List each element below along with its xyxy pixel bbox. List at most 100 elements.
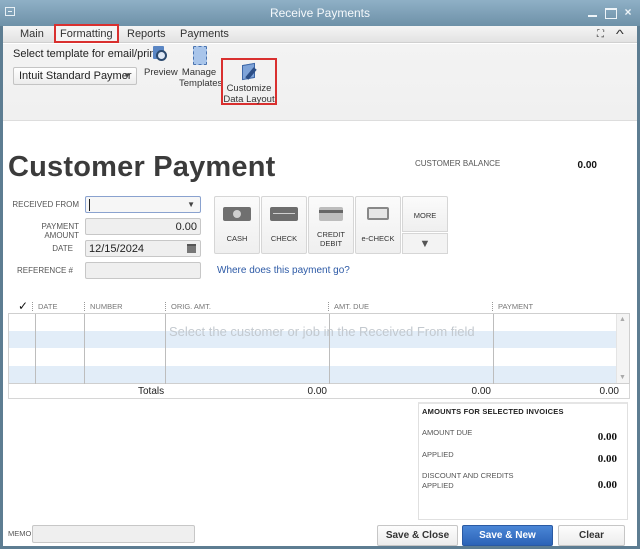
totals-label: Totals <box>138 386 165 397</box>
column-header-date[interactable]: DATE <box>32 302 57 311</box>
scroll-down-icon[interactable]: ▼ <box>619 374 626 381</box>
amounts-title: AMOUNTS FOR SELECTED INVOICES <box>422 407 564 416</box>
echeck-label: e-CHECK <box>361 234 395 243</box>
title-bar[interactable]: Receive Payments × <box>0 0 640 26</box>
applied-label: APPLIED <box>422 450 454 459</box>
tab-main[interactable]: Main <box>20 28 44 40</box>
manage-label-line2: Templates <box>179 78 223 89</box>
totals-amt-due: 0.00 <box>471 386 491 397</box>
ribbon-tabs: Main Formatting Reports Payments ⛶ ^ <box>3 24 637 43</box>
payment-method-group: CASH CHECK CREDIT DEBIT e-CHECK MORE ▼ <box>214 196 448 254</box>
template-dropdown[interactable]: Intuit Standard Paymer ▼ <box>13 67 137 85</box>
tab-reports[interactable]: Reports <box>127 28 166 40</box>
discount-credits-line1: DISCOUNT AND CREDITS <box>422 471 514 480</box>
text-cursor <box>89 199 90 211</box>
column-divider <box>165 314 166 384</box>
tab-payments[interactable]: Payments <box>180 28 229 40</box>
preview-icon <box>152 46 168 64</box>
table-row[interactable] <box>9 366 617 383</box>
column-divider <box>35 314 36 384</box>
totals-orig-amt: 0.00 <box>307 386 327 397</box>
payment-method-echeck[interactable]: e-CHECK <box>355 196 401 254</box>
formatting-ribbon: Select template for email/print Intuit S… <box>3 44 637 121</box>
table-row[interactable] <box>9 349 617 366</box>
preview-button[interactable]: Preview <box>144 46 178 78</box>
payment-method-credit-debit[interactable]: CREDIT DEBIT <box>308 196 354 254</box>
grid-empty-message: Select the customer or job in the Receiv… <box>169 324 475 339</box>
amount-due-label: AMOUNT DUE <box>422 428 473 437</box>
discount-credits-value: 0.00 <box>597 479 617 491</box>
column-header-payment[interactable]: PAYMENT <box>492 302 533 311</box>
customize-data-layout-button[interactable]: Customize Data Layout <box>221 58 277 105</box>
collapse-ribbon-icon[interactable]: ^ <box>616 27 624 41</box>
discount-credits-label: DISCOUNT AND CREDITS APPLIED <box>422 471 514 491</box>
manage-templates-button[interactable]: Manage Templates <box>179 46 223 89</box>
date-value: 12/15/2024 <box>89 243 145 255</box>
more-button[interactable]: MORE <box>402 196 448 232</box>
chevron-down-icon[interactable]: ▼ <box>187 200 195 209</box>
echeck-monitor-icon <box>367 207 389 220</box>
maximize-button[interactable] <box>602 4 618 20</box>
grid-scrollbar[interactable]: ▲ ▼ <box>616 314 629 383</box>
cash-label: CASH <box>226 234 248 243</box>
reference-label: REFERENCE # <box>16 266 73 275</box>
reference-field[interactable] <box>85 262 201 279</box>
template-label: Select template for email/print <box>13 48 159 60</box>
memo-field[interactable] <box>32 525 195 543</box>
customize-layout-icon <box>241 62 257 80</box>
date-field[interactable]: 12/15/2024 <box>85 240 201 257</box>
where-does-payment-go-link[interactable]: Where does this payment go? <box>217 265 350 276</box>
calendar-icon[interactable] <box>187 244 196 253</box>
check-icon <box>270 207 298 221</box>
template-value: Intuit Standard Paymer <box>19 70 132 82</box>
amount-due-value: 0.00 <box>597 431 617 443</box>
customize-label-line1: Customize <box>226 83 272 94</box>
totals-payment: 0.00 <box>599 386 619 397</box>
amounts-for-selected-invoices-panel: AMOUNTS FOR SELECTED INVOICES AMOUNT DUE… <box>418 402 628 520</box>
column-header-orig-amt[interactable]: ORIG. AMT. <box>165 302 211 311</box>
page-title: Customer Payment <box>8 151 276 183</box>
memo-label: MEMO <box>8 529 32 538</box>
scroll-up-icon[interactable]: ▲ <box>619 316 626 323</box>
column-divider <box>84 314 85 384</box>
date-label: DATE <box>52 244 73 253</box>
customer-balance-value: 0.00 <box>577 160 597 171</box>
checkmark-column-icon[interactable]: ✓ <box>18 299 28 313</box>
column-header-amt-due[interactable]: AMT. DUE <box>328 302 369 311</box>
customer-balance-label: CUSTOMER BALANCE <box>415 159 501 168</box>
check-label: CHECK <box>270 234 298 243</box>
more-dropdown-arrow-icon[interactable]: ▼ <box>402 233 448 254</box>
chevron-down-icon: ▼ <box>123 71 131 80</box>
debit-label: DEBIT <box>319 239 343 248</box>
minimize-button[interactable] <box>585 4 601 20</box>
customize-label-line2: Data Layout <box>223 94 275 105</box>
received-from-label: RECEIVED FROM <box>12 200 79 209</box>
payment-method-cash[interactable]: CASH <box>214 196 260 254</box>
save-close-button[interactable]: Save & Close <box>377 525 458 546</box>
more-payment-methods: MORE ▼ <box>402 196 448 254</box>
payment-amount-label: PAYMENT AMOUNT <box>41 222 79 240</box>
column-header-number[interactable]: NUMBER <box>84 302 123 311</box>
received-from-field[interactable]: ▼ <box>85 196 201 213</box>
payment-amount-field[interactable]: 0.00 <box>85 218 201 235</box>
column-divider <box>493 314 494 384</box>
credit-label: CREDIT <box>317 230 345 239</box>
manage-label-line1: Manage <box>181 67 217 78</box>
totals-row: Totals 0.00 0.00 0.00 <box>8 384 630 399</box>
credit-debit-label: CREDIT DEBIT <box>309 230 353 248</box>
invoice-grid-header: ✓ DATE NUMBER ORIG. AMT. AMT. DUE PAYMEN… <box>8 299 630 313</box>
receive-payments-window: Receive Payments × Main Formatting Repor… <box>0 0 640 549</box>
close-button[interactable]: × <box>620 4 636 20</box>
tab-formatting[interactable]: Formatting <box>54 24 119 43</box>
expand-icon[interactable]: ⛶ <box>597 29 608 40</box>
payment-method-check[interactable]: CHECK <box>261 196 307 254</box>
credit-card-icon <box>319 207 343 221</box>
cash-icon <box>223 207 251 221</box>
window-title: Receive Payments <box>269 6 371 20</box>
invoice-grid[interactable]: Select the customer or job in the Receiv… <box>8 313 630 384</box>
applied-value: 0.00 <box>597 453 617 465</box>
form-client-area: Main Formatting Reports Payments ⛶ ^ Sel… <box>3 24 637 546</box>
clear-button[interactable]: Clear <box>558 525 625 546</box>
save-new-button[interactable]: Save & New <box>462 525 553 546</box>
preview-label: Preview <box>144 67 178 78</box>
